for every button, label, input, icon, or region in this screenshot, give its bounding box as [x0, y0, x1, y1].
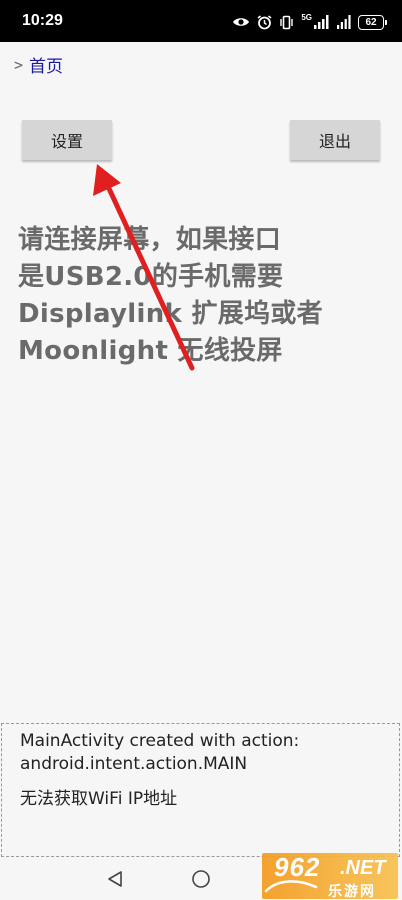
watermark-brand: 962 — [274, 852, 321, 882]
connect-screen-message: 请连接屏幕，如果接口 是USB2.0的手机需要 Displaylink 扩展坞或… — [18, 222, 328, 370]
watermark-site: 乐游网 — [328, 884, 376, 900]
breadcrumb-separator: > — [14, 55, 24, 74]
message-line: Displaylink 扩展坞或者 — [18, 299, 323, 329]
eye-icon — [233, 18, 250, 26]
watermark-logo: 962 .NET 乐游网 — [262, 852, 400, 900]
status-icons: 5G 62 — [232, 12, 387, 32]
settings-button[interactable]: 设置 — [22, 120, 112, 160]
network-type: 5G — [301, 13, 312, 22]
message-line: 是USB2.0的手机需要 — [18, 262, 284, 292]
vibrate-icon — [280, 15, 294, 29]
log-line: MainActivity created with action: — [20, 731, 300, 751]
signal-icon — [314, 15, 329, 29]
log-line: 无法获取WiFi IP地址 — [20, 789, 178, 809]
battery-level: 62 — [365, 16, 377, 28]
status-time: 10:29 — [22, 12, 63, 29]
watermark-suffix: .NET — [340, 857, 386, 879]
signal-icon-2 — [337, 15, 351, 29]
alarm-icon — [257, 14, 272, 29]
breadcrumb-home-link[interactable]: 首页 — [29, 52, 63, 77]
back-icon[interactable] — [106, 870, 124, 888]
home-icon[interactable] — [191, 869, 211, 889]
message-line: Moonlight 无线投屏 — [18, 336, 283, 366]
battery-icon: 62 — [358, 14, 387, 30]
log-panel: MainActivity created with action: androi… — [1, 723, 400, 857]
exit-button[interactable]: 退出 — [290, 120, 380, 160]
message-line: 请连接屏幕，如果接口 — [18, 225, 282, 255]
breadcrumb: > 首页 — [14, 52, 63, 78]
log-line: android.intent.action.MAIN — [20, 754, 248, 774]
status-bar: 10:29 5G 62 — [0, 0, 402, 42]
